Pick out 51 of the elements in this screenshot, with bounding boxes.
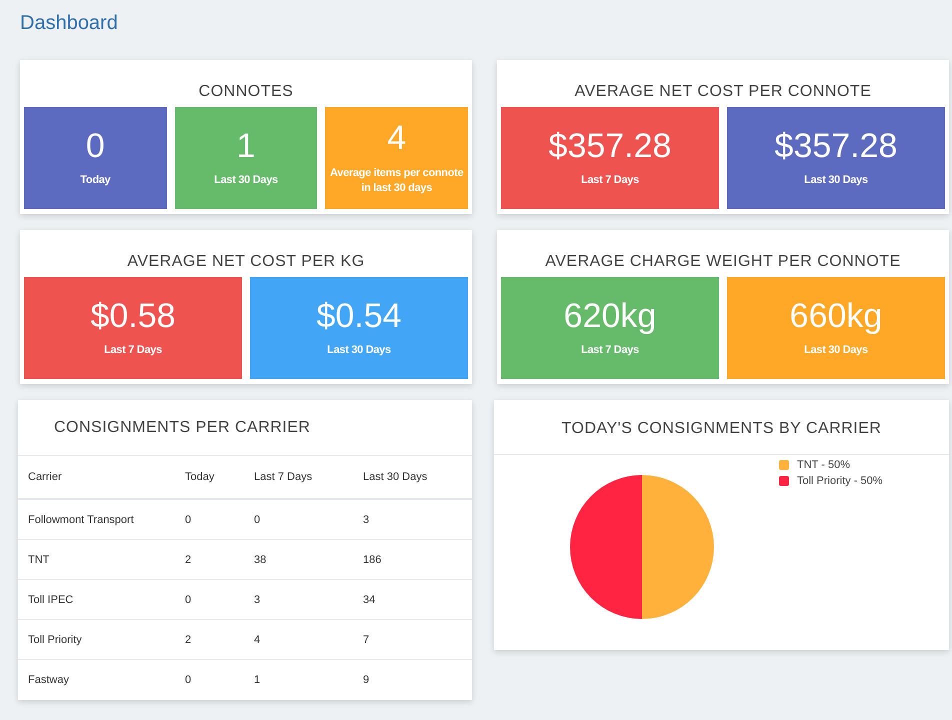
page-title: Dashboard xyxy=(20,12,119,35)
stat-label: Last 30 Days xyxy=(803,173,869,188)
table-cell: 7 xyxy=(362,620,472,660)
table-cell: Followmont Transport xyxy=(18,499,184,540)
stat-value: 620kg xyxy=(564,298,656,336)
table-cell: 0 xyxy=(253,499,362,540)
table-cell: 34 xyxy=(362,580,472,620)
card-title: CONSIGNMENTS PER CARRIER xyxy=(18,400,472,456)
stat-label: Last 30 Days xyxy=(326,343,392,358)
card-title: TODAY'S CONSIGNMENTS BY CARRIER xyxy=(494,400,949,455)
table-cell: 0 xyxy=(184,499,253,540)
table-cell: 9 xyxy=(362,660,472,699)
table-cell: 0 xyxy=(184,660,253,699)
card-title: AVERAGE NET COST PER CONNOTE xyxy=(574,82,872,102)
stat-label: Last 7 Days xyxy=(103,343,163,358)
stat-value: $357.28 xyxy=(774,128,898,166)
stat-label: Last 7 Days xyxy=(580,343,640,358)
legend-label: TNT - 50% xyxy=(797,459,850,471)
stat-value: $0.54 xyxy=(316,298,402,336)
table-cell: Toll Priority xyxy=(18,620,184,660)
card-title: CONNOTES xyxy=(198,82,294,102)
card-title: AVERAGE NET COST PER KG xyxy=(126,252,366,272)
stat-value: $357.28 xyxy=(548,128,672,166)
column-header: Today xyxy=(184,456,253,499)
stat-label: Last 30 Days xyxy=(803,343,869,358)
table-cell: 0 xyxy=(184,580,253,620)
table-cell: 38 xyxy=(253,540,362,580)
column-header: Last 7 Days xyxy=(253,456,362,499)
column-header: Carrier xyxy=(18,456,184,499)
stat-label: Last 30 Days xyxy=(213,173,279,188)
stat-value: 660kg xyxy=(790,298,882,336)
stat-value: $0.58 xyxy=(90,298,176,336)
table-cell: Fastway xyxy=(18,660,184,699)
card-title: AVERAGE CHARGE WEIGHT PER CONNOTE xyxy=(544,252,902,272)
table-cell: 2 xyxy=(184,620,253,660)
stat-label: Today xyxy=(79,173,112,188)
table-cell: 3 xyxy=(253,580,362,620)
table-cell: 186 xyxy=(362,540,472,580)
table-cell: 4 xyxy=(253,620,362,660)
table-cell: 1 xyxy=(253,660,362,699)
stat-value: 1 xyxy=(236,128,256,166)
stat-value: 0 xyxy=(86,128,105,166)
table-cell: Toll IPEC xyxy=(18,580,184,620)
stat-label: Average items per connote in last 30 days xyxy=(329,166,464,196)
stat-value: 4 xyxy=(387,120,406,158)
table-cell: TNT xyxy=(18,540,184,580)
legend-label: Toll Priority - 50% xyxy=(797,475,883,487)
column-header: Last 30 Days xyxy=(362,456,472,499)
stat-label: Last 7 Days xyxy=(580,173,640,188)
table-cell: 3 xyxy=(362,499,472,540)
table-cell: 2 xyxy=(184,540,253,580)
